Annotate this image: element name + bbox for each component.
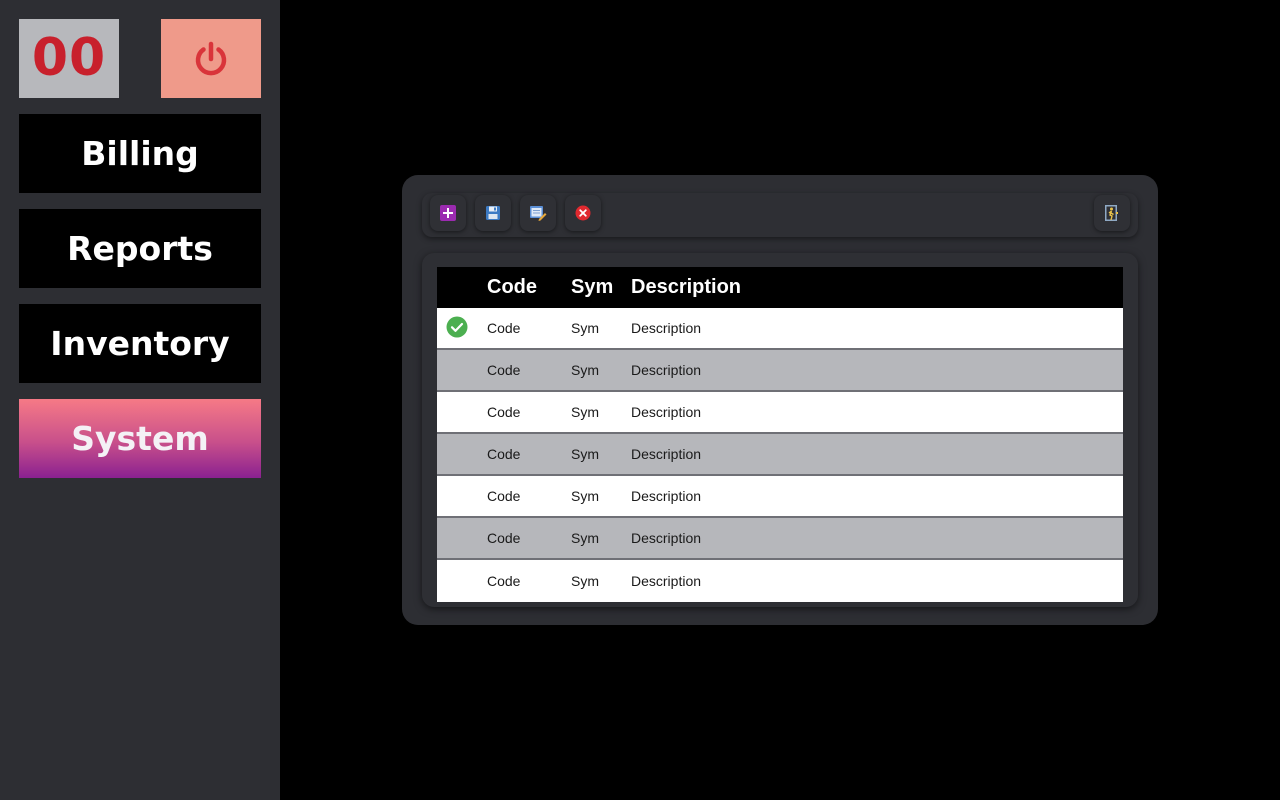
- save-icon: [486, 206, 500, 220]
- nav-system-button[interactable]: System: [19, 399, 261, 478]
- add-button[interactable]: [430, 195, 466, 231]
- cell-sym: Sym: [571, 308, 631, 350]
- row-status-cell: [437, 475, 487, 518]
- table-header-row: Code Sym Description: [437, 267, 1123, 308]
- nav-reports-button[interactable]: Reports: [19, 209, 261, 288]
- table-row[interactable]: Code Sym Description: [437, 475, 1123, 518]
- row-status-cell: [437, 559, 487, 602]
- data-table: Code Sym Description Code Sym Descriptio: [437, 267, 1123, 602]
- nav-billing-button[interactable]: Billing: [19, 114, 261, 193]
- exit-icon: [1105, 205, 1118, 221]
- header-sym[interactable]: Sym: [571, 267, 631, 308]
- cell-description: Description: [631, 475, 1123, 518]
- delete-icon: [575, 205, 591, 221]
- cell-code: Code: [487, 349, 571, 392]
- row-status-cell: [437, 517, 487, 560]
- table-container: Code Sym Description Code Sym Descriptio: [422, 253, 1138, 607]
- main-panel: Code Sym Description Code Sym Descriptio: [402, 175, 1158, 625]
- cell-description: Description: [631, 391, 1123, 434]
- cell-description: Description: [631, 559, 1123, 602]
- edit-button[interactable]: [520, 195, 556, 231]
- delete-button[interactable]: [565, 195, 601, 231]
- add-icon: [440, 205, 456, 221]
- cell-code: Code: [487, 517, 571, 560]
- table-row[interactable]: Code Sym Description: [437, 559, 1123, 602]
- cell-code: Code: [487, 391, 571, 434]
- cell-code: Code: [487, 475, 571, 518]
- cell-description: Description: [631, 308, 1123, 350]
- cell-sym: Sym: [571, 391, 631, 434]
- edit-icon: [530, 206, 547, 221]
- table-row[interactable]: Code Sym Description: [437, 349, 1123, 392]
- header-description[interactable]: Description: [631, 267, 1123, 308]
- save-button[interactable]: [475, 195, 511, 231]
- toolbar: [422, 193, 1138, 237]
- row-status-cell: [437, 391, 487, 434]
- cell-sym: Sym: [571, 517, 631, 560]
- cell-code: Code: [487, 559, 571, 602]
- header-select: [437, 267, 487, 308]
- counter-display: 00: [19, 19, 119, 98]
- sidebar: 00 Billing Reports Inventory System: [0, 0, 280, 800]
- nav-inventory-button[interactable]: Inventory: [19, 304, 261, 383]
- exit-button[interactable]: [1094, 195, 1130, 231]
- cell-sym: Sym: [571, 475, 631, 518]
- cell-description: Description: [631, 517, 1123, 560]
- cell-description: Description: [631, 433, 1123, 476]
- power-icon: [195, 41, 227, 75]
- row-status-cell: [437, 349, 487, 392]
- cell-sym: Sym: [571, 349, 631, 392]
- row-status-cell: [437, 308, 487, 350]
- row-status-cell: [437, 433, 487, 476]
- cell-sym: Sym: [571, 559, 631, 602]
- table-row[interactable]: Code Sym Description: [437, 517, 1123, 560]
- check-circle-icon: [446, 316, 468, 338]
- power-button[interactable]: [161, 19, 261, 98]
- cell-code: Code: [487, 433, 571, 476]
- cell-sym: Sym: [571, 433, 631, 476]
- table-row[interactable]: Code Sym Description: [437, 391, 1123, 434]
- cell-description: Description: [631, 349, 1123, 392]
- header-code[interactable]: Code: [487, 267, 571, 308]
- table-row[interactable]: Code Sym Description: [437, 433, 1123, 476]
- cell-code: Code: [487, 308, 571, 350]
- table-row[interactable]: Code Sym Description: [437, 308, 1123, 350]
